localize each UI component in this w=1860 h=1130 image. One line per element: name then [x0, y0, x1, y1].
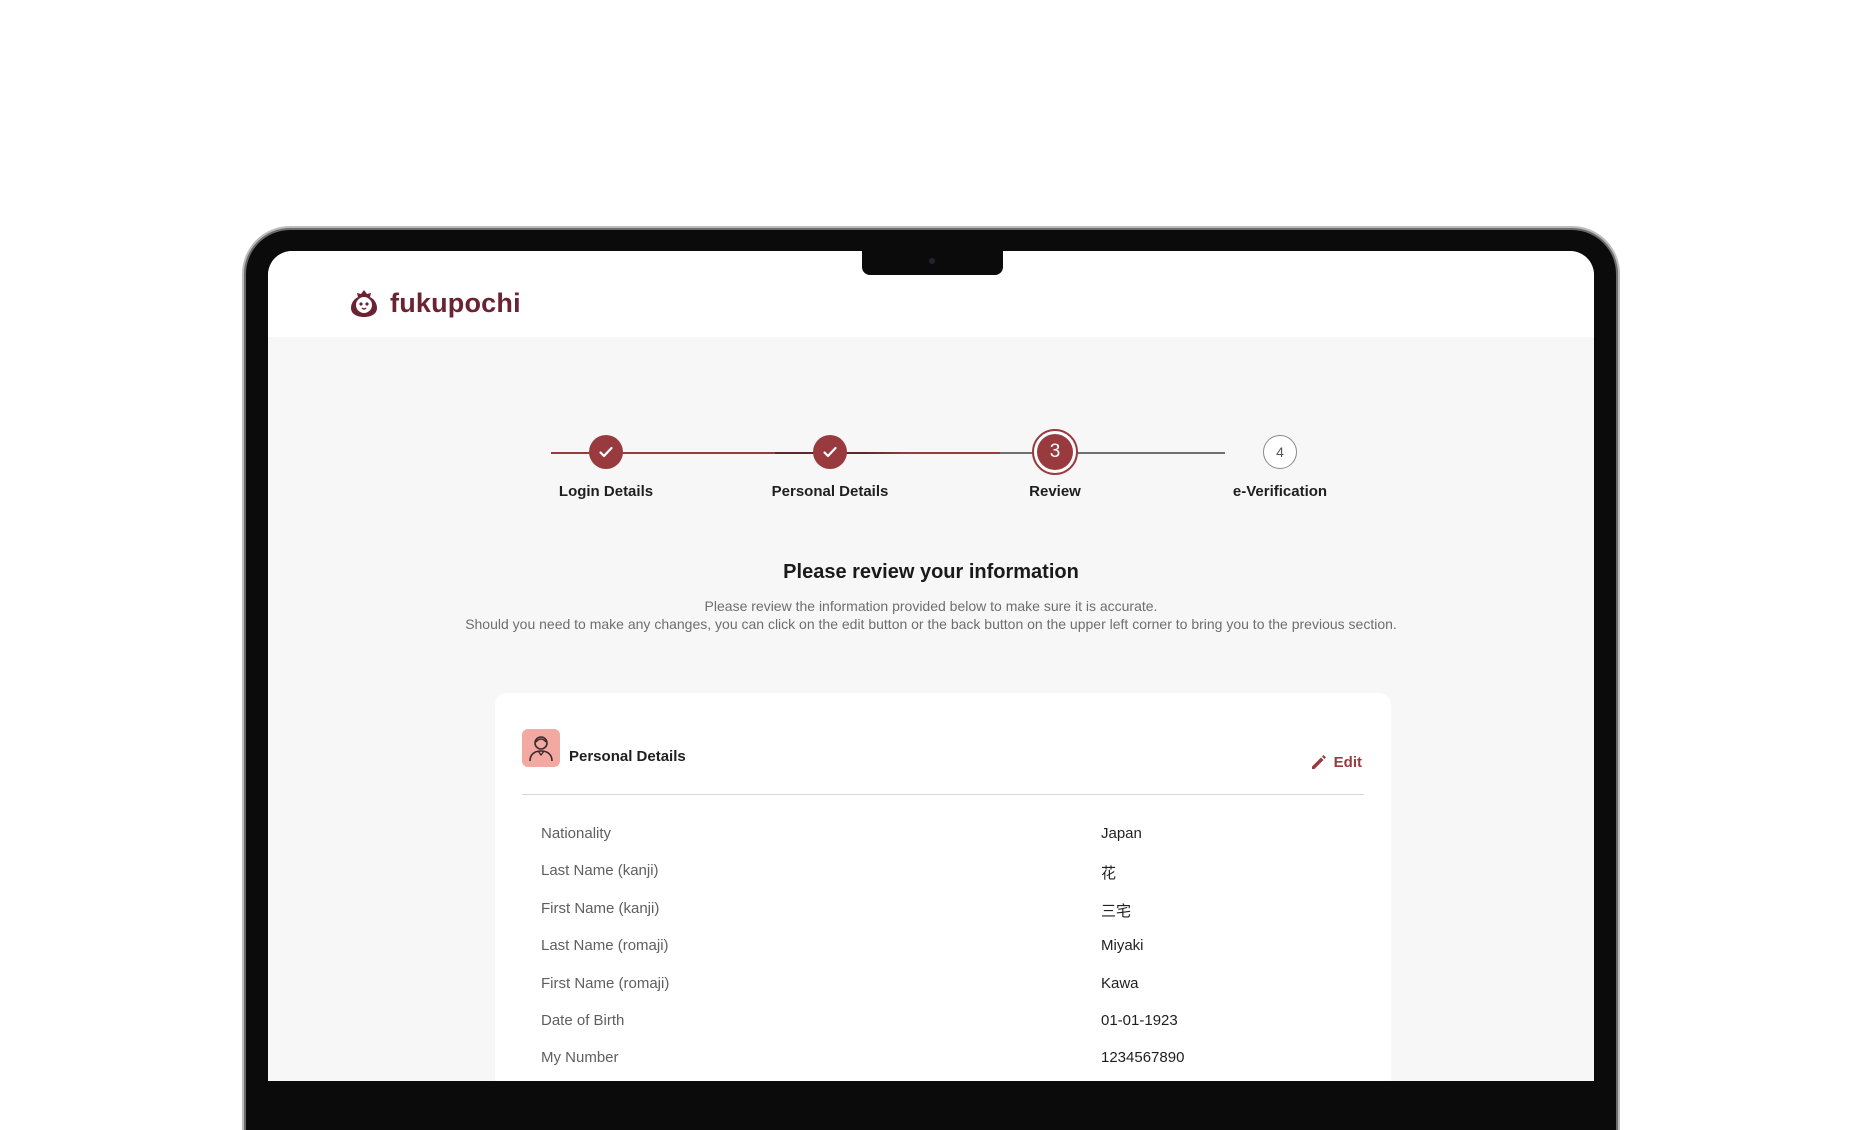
brand-logo[interactable]: fukupochi [348, 287, 521, 319]
detail-value: 花 [1101, 865, 1117, 883]
step-number: 3 [1037, 434, 1073, 470]
camera-icon [929, 258, 935, 264]
detail-label: First Name (romaji) [541, 974, 670, 992]
step-number: 4 [1263, 435, 1297, 469]
personal-details-card: Personal Details Edit Nationality Japan … [495, 693, 1391, 1081]
page-title: Please review your information [783, 561, 1079, 583]
card-title: Personal Details [569, 748, 686, 765]
edit-button[interactable]: Edit [1310, 753, 1362, 771]
detail-value: Miyaki [1101, 937, 1144, 955]
detail-label: First Name (kanji) [541, 899, 660, 917]
step-label: e-Verification [1232, 483, 1328, 500]
edit-label: Edit [1333, 753, 1362, 771]
fukupochi-logo-icon [351, 290, 377, 317]
app-screen: fukupochi Login Details Personal Details… [268, 251, 1594, 1081]
divider [522, 794, 1364, 795]
detail-row-last-name-romaji: Last Name (romaji) Miyaki [541, 937, 1364, 974]
detail-label: Last Name (romaji) [541, 937, 669, 955]
step-completed-indicator [813, 435, 847, 469]
user-icon [529, 736, 553, 762]
detail-row-date-of-birth: Date of Birth 01-01-1923 [541, 1012, 1364, 1049]
detail-value: Kawa [1101, 974, 1139, 992]
camera-notch [862, 251, 1003, 275]
detail-value: 1234567890 [1101, 1049, 1185, 1067]
check-icon [823, 446, 837, 458]
page-description: Please review the information provided b… [268, 597, 1594, 633]
detail-label: My Number [541, 1049, 619, 1067]
brand-name: fukupochi [390, 287, 521, 318]
step-label: Login Details [558, 483, 654, 500]
step-label: Review [1029, 483, 1081, 500]
description-line: Should you need to make any changes, you… [465, 616, 1397, 632]
detail-label: Nationality [541, 825, 612, 842]
detail-value: 三宅 [1101, 902, 1132, 920]
progress-stepper: Login Details Personal Details 3 Review … [268, 429, 1594, 521]
detail-value: Japan [1101, 825, 1142, 842]
step-label: Personal Details [771, 483, 889, 500]
detail-row-my-number: My Number 1234567890 [541, 1049, 1364, 1081]
step-current-indicator: 3 [1032, 429, 1078, 475]
detail-row-nationality: Nationality Japan [541, 825, 1364, 862]
step-completed-indicator [589, 435, 623, 469]
step-e-verification[interactable]: 4 e-Verification [1170, 431, 1390, 500]
check-icon [599, 446, 613, 458]
step-review[interactable]: 3 Review [945, 429, 1165, 500]
detail-label: Date of Birth [541, 1011, 625, 1029]
detail-value: 01-01-1923 [1101, 1011, 1178, 1029]
detail-row-first-name-kanji: First Name (kanji) 三宅 [541, 900, 1364, 937]
description-line: Please review the information provided b… [704, 598, 1158, 614]
detail-row-first-name-romaji: First Name (romaji) Kawa [541, 975, 1364, 1012]
avatar [522, 729, 560, 767]
detail-label: Last Name (kanji) [541, 862, 659, 880]
pencil-icon [1311, 755, 1326, 769]
step-personal-details[interactable]: Personal Details [720, 431, 940, 500]
card-header: Personal Details Edit [522, 729, 1364, 793]
detail-row-last-name-kanji: Last Name (kanji) 花 [541, 862, 1364, 899]
step-login-details[interactable]: Login Details [496, 431, 716, 500]
details-list: Nationality Japan Last Name (kanji) 花 Fi… [541, 825, 1364, 1081]
